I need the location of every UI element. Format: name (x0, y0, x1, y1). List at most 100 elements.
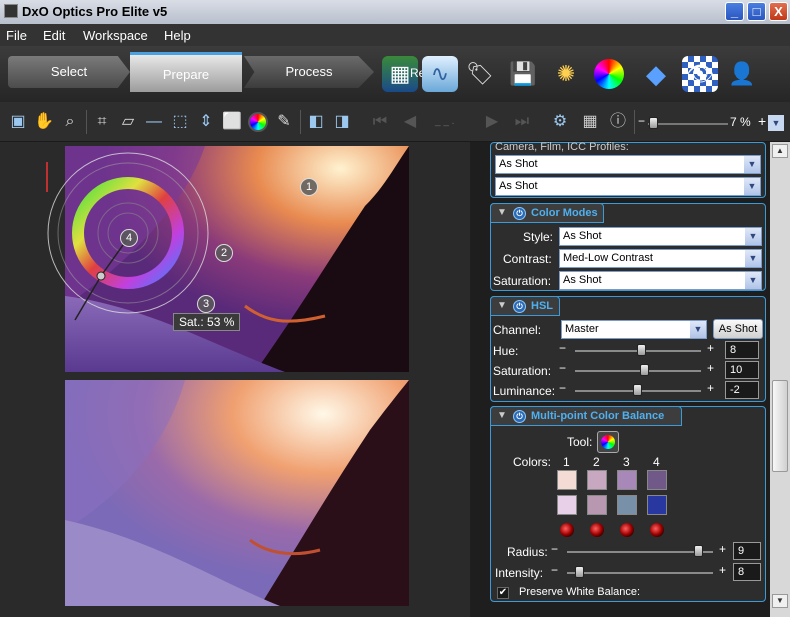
minimize-button[interactable]: _ (725, 2, 744, 21)
profile-select-2[interactable]: As Shot ▼ (495, 177, 761, 196)
radius-plus-button[interactable]: + (719, 542, 726, 556)
power-icon[interactable]: ⏻ (513, 207, 526, 220)
mpcb-header[interactable]: ▼ ⏻ Multi-point Color Balance (490, 406, 682, 426)
zoom-out-button[interactable]: − (638, 114, 645, 128)
color-icon[interactable] (594, 59, 624, 89)
hue-plus-button[interactable]: + (707, 341, 714, 355)
zoom-tool-icon[interactable]: ⌕ (60, 112, 80, 132)
rectangle-tool-icon[interactable]: ⬜ (222, 112, 242, 132)
source-color-swatch-1[interactable] (557, 470, 577, 490)
source-color-swatch-3[interactable] (617, 470, 637, 490)
scroll-down-arrow[interactable]: ▼ (772, 594, 788, 608)
geometry-cube-icon[interactable]: ◆ (638, 56, 674, 92)
preview-image-original[interactable] (65, 380, 409, 606)
marker-4[interactable]: 4 (120, 229, 138, 247)
luminance-value[interactable]: -2 (725, 381, 759, 399)
split-view-icon[interactable]: ◨ (332, 112, 352, 132)
eyedropper-icon[interactable]: ✎ (274, 112, 294, 132)
marker-1[interactable]: 1 (300, 178, 318, 196)
target-color-swatch-4[interactable] (647, 495, 667, 515)
menu-file[interactable]: File (6, 28, 27, 43)
contrast-select[interactable]: Med-Low Contrast ▼ (559, 249, 762, 268)
menu-workspace[interactable]: Workspace (83, 28, 148, 43)
save-settings-icon[interactable]: 💾 (505, 56, 541, 92)
tags-icon[interactable]: 🏷 (462, 56, 498, 92)
intensity-minus-button[interactable]: − (551, 563, 558, 577)
hue-slider-knob[interactable] (636, 344, 646, 356)
crop-tool-icon[interactable]: ⌗ (92, 112, 112, 132)
radius-slider-knob[interactable] (694, 545, 704, 557)
preserve-wb-checkbox[interactable]: ✔ (497, 587, 509, 599)
hsl-saturation-slider[interactable] (575, 370, 701, 372)
zoom-slider-knob[interactable] (649, 117, 658, 129)
zoom-dropdown-arrow[interactable]: ▼ (768, 115, 784, 131)
last-image-icon[interactable]: ⏭ (512, 112, 532, 132)
as-shot-button[interactable]: As Shot (713, 319, 763, 339)
compare-icon[interactable]: ◧ (306, 112, 326, 132)
collapse-triangle-icon[interactable]: ▼ (497, 407, 507, 425)
horizon-tool-icon[interactable]: — (144, 112, 164, 132)
scroll-up-arrow[interactable]: ▲ (772, 144, 788, 158)
hue-minus-button[interactable]: − (559, 341, 566, 355)
collapse-triangle-icon[interactable]: ▼ (497, 204, 507, 222)
color-tool-button[interactable] (597, 431, 619, 453)
hsl-header[interactable]: ▼ ⏻ HSL (490, 296, 560, 316)
eraser-icon[interactable]: ▱ (118, 112, 138, 132)
intensity-slider-knob[interactable] (574, 566, 584, 578)
first-image-icon[interactable]: ⏮ (370, 112, 390, 132)
power-icon[interactable]: ⏻ (513, 410, 526, 423)
panel-scrollbar[interactable]: ▲ ▼ (770, 142, 790, 617)
target-color-swatch-3[interactable] (617, 495, 637, 515)
color-picker-overlay[interactable] (45, 150, 245, 330)
perspective-h-icon[interactable]: ⬚ (170, 112, 190, 132)
tab-select[interactable]: Select (8, 56, 130, 88)
source-color-swatch-2[interactable] (587, 470, 607, 490)
source-color-swatch-4[interactable] (647, 470, 667, 490)
hsl-saturation-value[interactable]: 10 (725, 361, 759, 379)
luminance-minus-button[interactable]: − (559, 381, 566, 395)
color-balance-tool-icon[interactable] (248, 112, 268, 132)
hsl-saturation-minus-button[interactable]: − (559, 361, 566, 375)
collapse-triangle-icon[interactable]: ▼ (497, 297, 507, 315)
prev-image-icon[interactable]: ◀ (400, 112, 420, 132)
radius-value[interactable]: 9 (733, 542, 761, 560)
close-button[interactable]: X (769, 2, 788, 21)
radius-slider[interactable] (567, 551, 713, 553)
next-image-icon[interactable]: ▶ (482, 112, 502, 132)
detail-icon[interactable]: 👁 (682, 56, 718, 92)
point-indicator-1[interactable] (560, 523, 574, 537)
user-workspace-icon[interactable]: 👤 (724, 56, 760, 92)
light-icon[interactable]: ✺ (548, 56, 584, 92)
point-indicator-4[interactable] (650, 523, 664, 537)
luminance-slider-knob[interactable] (632, 384, 642, 396)
tab-process[interactable]: Process (244, 56, 374, 88)
target-color-swatch-2[interactable] (587, 495, 607, 515)
radius-minus-button[interactable]: − (551, 542, 558, 556)
power-icon[interactable]: ⏻ (513, 300, 526, 313)
grid-icon[interactable]: ▦ (580, 112, 600, 132)
luminance-plus-button[interactable]: + (707, 381, 714, 395)
menu-edit[interactable]: Edit (43, 28, 65, 43)
hue-value[interactable]: 8 (725, 341, 759, 359)
channel-select[interactable]: Master ▼ (561, 320, 707, 339)
target-color-swatch-1[interactable] (557, 495, 577, 515)
zoom-in-button[interactable]: + (758, 113, 766, 129)
marker-2[interactable]: 2 (215, 244, 233, 262)
point-indicator-3[interactable] (620, 523, 634, 537)
scroll-thumb[interactable] (772, 380, 788, 472)
tab-prepare[interactable]: Prepare (130, 52, 242, 92)
maximize-button[interactable]: □ (747, 2, 766, 21)
fit-image-icon[interactable]: ▣ (8, 112, 28, 132)
marker-3[interactable]: 3 (197, 295, 215, 313)
intensity-slider[interactable] (567, 572, 713, 574)
hsl-saturation-slider-knob[interactable] (640, 364, 650, 376)
intensity-value[interactable]: 8 (733, 563, 761, 581)
hsl-saturation-plus-button[interactable]: + (707, 361, 714, 375)
info-icon[interactable]: ⓘ (608, 112, 628, 132)
style-select[interactable]: As Shot ▼ (559, 227, 762, 246)
histogram-icon[interactable]: ∿ (422, 56, 458, 92)
zoom-slider[interactable] (648, 123, 728, 125)
perspective-v-icon[interactable]: ⇕ (196, 112, 216, 132)
settings-gear-icon[interactable]: ⚙ (550, 112, 570, 132)
profile-select-1[interactable]: As Shot ▼ (495, 155, 761, 174)
